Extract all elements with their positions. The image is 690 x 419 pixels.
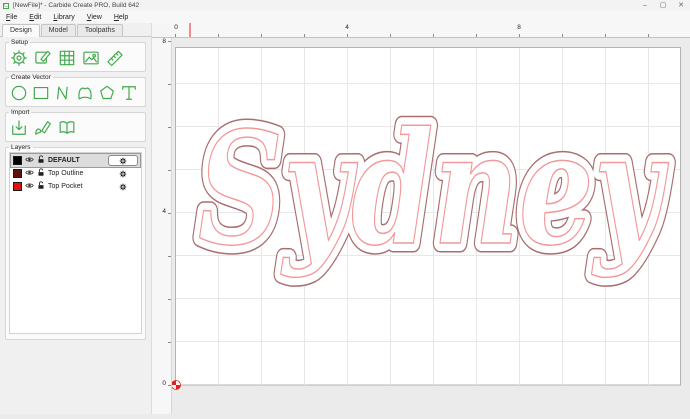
setup-label: Setup <box>9 39 30 46</box>
tab-model[interactable]: Model <box>41 24 76 36</box>
ruler-corner <box>152 23 172 38</box>
polyline-tool-icon[interactable] <box>53 82 73 103</box>
eye-icon[interactable] <box>25 182 34 191</box>
unlock-icon[interactable] <box>37 168 45 179</box>
app-icon: C <box>3 3 9 9</box>
v-ruler-label: 8 <box>154 38 166 45</box>
canvas-svg: Sydney Sydney Sydney <box>172 38 690 414</box>
horizontal-ruler: 0 4 8 <box>172 23 690 38</box>
job-setup-gear-icon[interactable] <box>9 47 29 68</box>
minimize-button[interactable]: – <box>636 0 654 11</box>
eye-icon[interactable] <box>25 169 34 178</box>
unlock-icon[interactable] <box>37 155 45 166</box>
menu-file[interactable]: File <box>0 14 23 21</box>
setup-section: Setup <box>5 39 146 72</box>
curve-tool-icon[interactable] <box>75 82 95 103</box>
menu-bar: File Edit Library View Help <box>0 11 690 23</box>
title-bar: C [NewFile]* - Carbide Create PRO, Build… <box>0 0 690 11</box>
h-ruler-label: 8 <box>515 24 523 31</box>
layer-color-swatch[interactable] <box>13 169 22 178</box>
edit-note-icon[interactable] <box>33 47 53 68</box>
import-section: Import <box>5 109 146 142</box>
layer-row-default[interactable]: DEFAULT <box>11 154 140 167</box>
v-ruler-label: 4 <box>154 208 166 215</box>
import-file-icon[interactable] <box>9 117 29 138</box>
rectangle-tool-icon[interactable] <box>31 82 51 103</box>
trace-image-icon[interactable] <box>33 117 53 138</box>
h-ruler-label: 0 <box>172 24 180 31</box>
close-button[interactable]: ✕ <box>672 0 690 11</box>
layer-settings-button[interactable] <box>108 181 138 192</box>
layer-row-top-outline[interactable]: Top Outline <box>11 167 140 180</box>
layers-section: Layers DEFAULT <box>5 144 146 340</box>
import-label: Import <box>9 109 31 116</box>
design-panel: Design Model Toolpaths Setup <box>0 23 152 414</box>
panel-tabs: Design Model Toolpaths <box>0 23 151 37</box>
origin-marker[interactable] <box>172 381 181 390</box>
design-outline-inner[interactable]: Sydney <box>198 97 669 280</box>
polygon-tool-icon[interactable] <box>97 82 117 103</box>
v-ruler-label: 0 <box>154 380 166 387</box>
layer-color-swatch[interactable] <box>13 182 22 191</box>
tab-design[interactable]: Design <box>2 24 40 37</box>
menu-edit[interactable]: Edit <box>23 14 47 21</box>
layer-name: Top Outline <box>48 170 83 177</box>
image-icon[interactable] <box>81 47 101 68</box>
menu-view[interactable]: View <box>81 14 108 21</box>
h-ruler-label: 4 <box>343 24 351 31</box>
create-vector-label: Create Vector <box>9 74 53 81</box>
menu-help[interactable]: Help <box>108 14 134 21</box>
design-canvas[interactable]: Sydney Sydney Sydney <box>172 38 690 414</box>
menu-library[interactable]: Library <box>47 14 80 21</box>
text-tool-icon[interactable] <box>119 82 139 103</box>
eye-icon[interactable] <box>25 156 34 165</box>
tab-toolpaths[interactable]: Toolpaths <box>77 24 123 36</box>
layer-name: DEFAULT <box>48 157 80 164</box>
library-book-icon[interactable] <box>57 117 77 138</box>
circle-tool-icon[interactable] <box>9 82 29 103</box>
layers-label: Layers <box>9 144 33 151</box>
ruler-icon[interactable] <box>105 47 125 68</box>
cursor-position-marker <box>189 23 191 37</box>
grid-icon[interactable] <box>57 47 77 68</box>
layer-row-top-pocket[interactable]: Top Pocket <box>11 180 140 193</box>
layer-color-swatch[interactable] <box>13 156 22 165</box>
unlock-icon[interactable] <box>37 181 45 192</box>
maximize-button[interactable]: ▢ <box>654 0 672 11</box>
layer-name: Top Pocket <box>48 183 83 190</box>
create-vector-section: Create Vector <box>5 74 146 107</box>
layer-settings-button[interactable] <box>108 155 138 166</box>
window-title: [NewFile]* - Carbide Create PRO, Build 6… <box>13 2 139 9</box>
layer-list: DEFAULT Top Outline <box>9 152 142 334</box>
vertical-ruler: 8 4 0 <box>152 38 172 414</box>
layer-settings-button[interactable] <box>108 168 138 179</box>
